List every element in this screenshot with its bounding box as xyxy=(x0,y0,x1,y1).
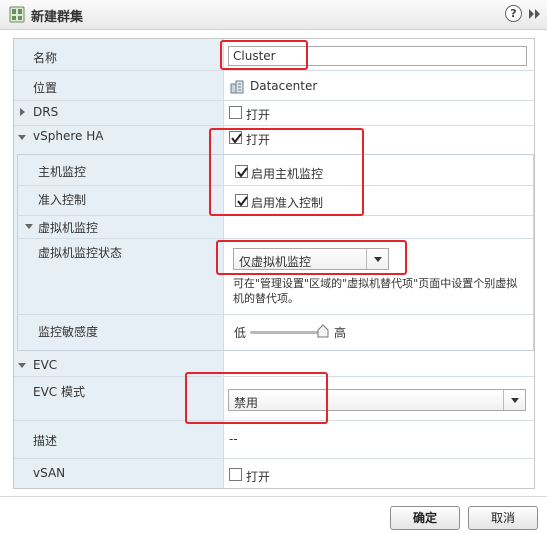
monitoring-sensitivity-label: 监控敏感度 xyxy=(38,325,99,339)
admission-control-checkbox-label: 启用准入控制 xyxy=(251,196,324,210)
row-divider xyxy=(14,125,534,126)
vsan-checkbox-label: 打开 xyxy=(246,470,271,484)
drs-label: DRS xyxy=(33,105,59,119)
description-value: -- xyxy=(229,432,238,446)
vm-monitoring-status-select[interactable]: 仅虚拟机监控 xyxy=(233,248,389,270)
drs-expand-icon[interactable] xyxy=(20,108,25,116)
footer-divider xyxy=(0,496,547,497)
vsan-checkbox[interactable] xyxy=(229,468,242,481)
checkmark-icon xyxy=(231,133,242,144)
vm-monitoring-label: 虚拟机监控 xyxy=(38,221,99,235)
ha-checkbox[interactable] xyxy=(229,131,242,144)
host-monitoring-checkbox[interactable] xyxy=(235,165,248,178)
form-panel: 名称 位置 Datacenter DRS 打开 vSphere HA 打开 主机… xyxy=(13,38,535,489)
double-chevron-right-icon[interactable] xyxy=(528,7,542,21)
chevron-down-icon[interactable] xyxy=(503,390,525,410)
sensitivity-slider-track[interactable] xyxy=(250,331,322,334)
host-monitoring-checkbox-label: 启用主机监控 xyxy=(251,167,324,181)
evc-label: EVC xyxy=(33,358,58,372)
row-divider xyxy=(14,70,534,71)
row-divider xyxy=(14,376,534,377)
ha-collapse-icon[interactable] xyxy=(18,135,26,140)
evc-mode-select[interactable]: 禁用 xyxy=(228,389,526,411)
sensitivity-high-label: 高 xyxy=(334,326,347,340)
ha-checkbox-label: 打开 xyxy=(246,133,271,147)
checkmark-icon xyxy=(237,196,248,207)
admission-control-checkbox[interactable] xyxy=(235,194,248,207)
ok-button[interactable]: 确定 xyxy=(390,506,460,530)
datacenter-icon xyxy=(230,80,244,94)
cancel-button[interactable]: 取消 xyxy=(468,506,538,530)
name-label: 名称 xyxy=(33,51,58,65)
dialog-titlebar: 新建群集 ? xyxy=(0,0,547,30)
row-divider xyxy=(18,185,533,186)
vm-override-note: 可在"管理设置"区域的"虚拟机替代项"页面中设置个别虚拟机的替代项。 xyxy=(233,277,518,305)
location-value: Datacenter xyxy=(250,79,318,93)
drs-checkbox-label: 打开 xyxy=(246,108,271,122)
vm-monitoring-collapse-icon[interactable] xyxy=(25,224,33,229)
cluster-icon xyxy=(9,6,25,23)
host-monitoring-label: 主机监控 xyxy=(38,165,87,179)
vm-monitoring-status-value: 仅虚拟机监控 xyxy=(239,255,312,269)
row-divider xyxy=(14,458,534,459)
row-divider xyxy=(18,314,533,315)
help-icon[interactable]: ? xyxy=(505,5,522,22)
sensitivity-slider-thumb[interactable] xyxy=(317,324,329,338)
description-label: 描述 xyxy=(33,434,58,448)
evc-mode-label: EVC 模式 xyxy=(33,385,85,399)
row-divider xyxy=(18,215,533,216)
evc-collapse-icon[interactable] xyxy=(18,363,26,368)
vsan-label: vSAN xyxy=(33,466,66,480)
admission-control-label: 准入控制 xyxy=(38,193,87,207)
vm-monitoring-status-label: 虚拟机监控状态 xyxy=(38,246,123,260)
evc-mode-value: 禁用 xyxy=(234,396,259,410)
chevron-down-icon[interactable] xyxy=(366,249,388,269)
ha-label: vSphere HA xyxy=(33,129,104,143)
row-divider xyxy=(14,100,534,101)
row-divider xyxy=(14,420,534,421)
drs-checkbox[interactable] xyxy=(229,106,242,119)
row-divider xyxy=(18,238,533,239)
dialog-title: 新建群集 xyxy=(31,10,84,25)
checkmark-icon xyxy=(237,167,248,178)
location-label: 位置 xyxy=(33,81,58,95)
name-input[interactable] xyxy=(228,46,527,66)
sensitivity-low-label: 低 xyxy=(234,326,247,340)
